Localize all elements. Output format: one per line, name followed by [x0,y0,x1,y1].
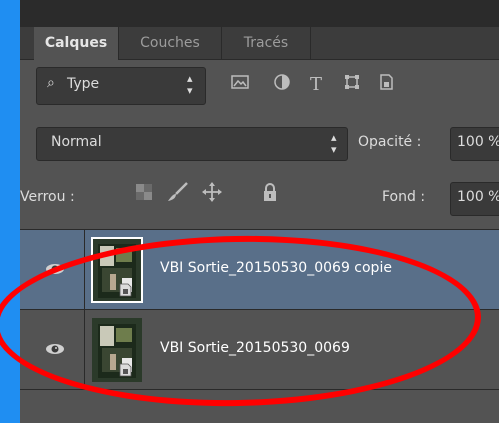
shape-filter-icon[interactable] [340,74,364,96]
fill-label: Fond : [382,189,426,205]
lock-position-icon[interactable] [200,182,224,208]
lock-label: Verrou : [20,189,75,205]
tab-paths[interactable]: Tracés [222,27,311,59]
lock-transparency-icon[interactable] [132,182,156,208]
opacity-input[interactable]: 100 % [450,127,499,161]
opacity-label: Opacité : [358,134,422,150]
fill-value: 100 % [457,189,499,205]
panel-tabs: Calques Couches Tracés [20,27,499,60]
lock-pixels-icon[interactable] [166,182,190,208]
adjustment-filter-icon[interactable] [270,74,294,96]
search-icon: ⌕ [47,75,55,91]
smart-object-filter-icon[interactable] [374,74,398,96]
fill-input[interactable]: 100 % [450,182,499,216]
type-filter-icon[interactable]: T [304,74,328,96]
image-filter-icon[interactable] [228,74,252,96]
filter-type-label: Type [67,76,100,92]
tab-layers[interactable]: Calques [34,27,119,60]
tab-channels[interactable]: Couches [119,27,222,59]
opacity-value: 100 % [457,134,499,150]
lock-all-icon[interactable] [258,182,282,208]
panel-title-bar [20,0,499,27]
updown-icon: ▴ ▾ [331,131,337,156]
layer-filter-select[interactable]: ⌕ Type ▴ ▾ [36,67,206,105]
blend-mode-select[interactable]: Normal ▴ ▾ [36,127,348,161]
updown-icon: ▴ ▾ [187,72,193,97]
blend-mode-value: Normal [51,134,102,150]
